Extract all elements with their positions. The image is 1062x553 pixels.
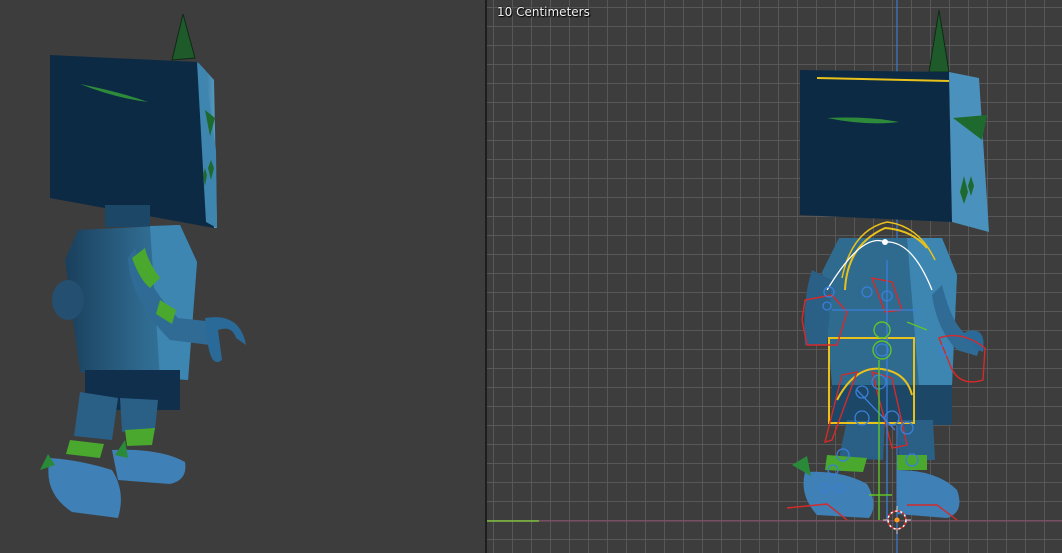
- rendered-character: [40, 13, 246, 518]
- head-side: [949, 72, 989, 232]
- claw: [205, 317, 246, 363]
- foot-front: [48, 458, 121, 518]
- horn-right: [928, 9, 950, 73]
- viewport-ortho[interactable]: 10 Centimeters: [487, 0, 1062, 553]
- object-origin-icon: [894, 517, 900, 523]
- foot-front: [803, 471, 874, 518]
- armature-view: [487, 0, 1062, 553]
- foot-back: [897, 470, 960, 518]
- horn-left: [171, 13, 196, 61]
- viewport-rendered[interactable]: [0, 0, 485, 553]
- head-front: [800, 70, 952, 222]
- head-front: [50, 55, 214, 228]
